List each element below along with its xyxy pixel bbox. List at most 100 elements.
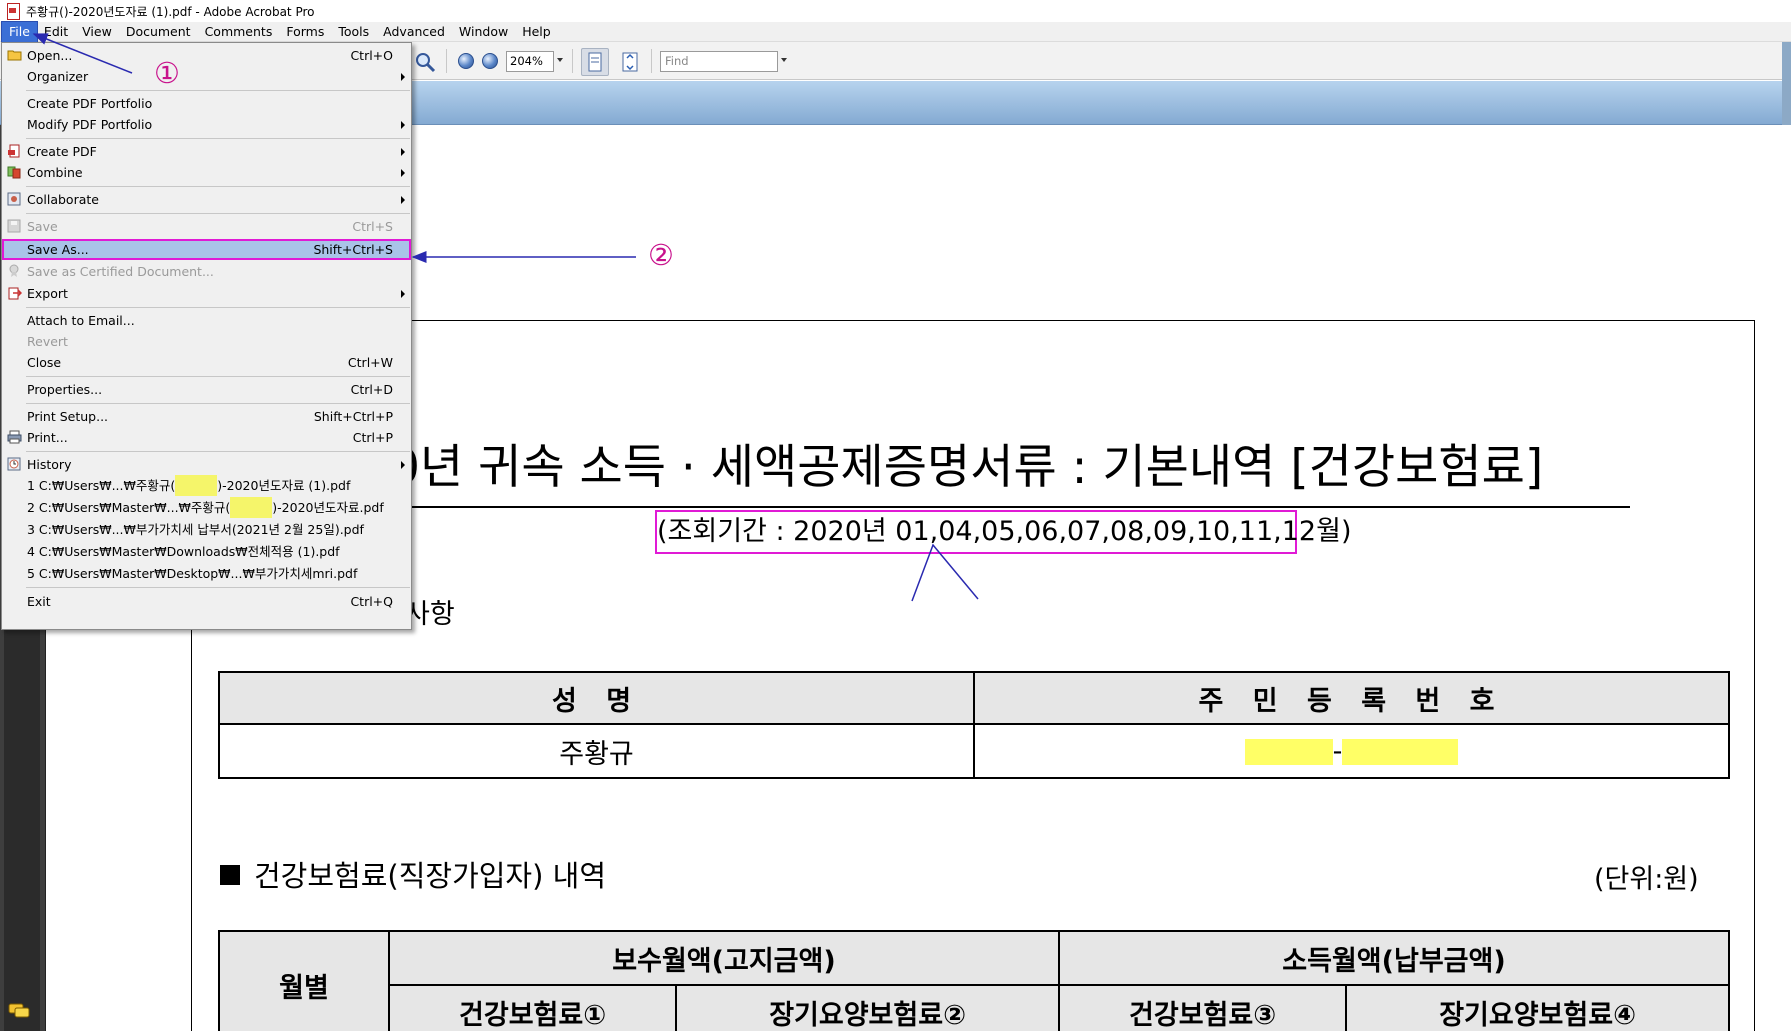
submenu-arrow-icon	[401, 148, 405, 156]
zoom-in-icon[interactable]	[482, 53, 498, 69]
history-icon	[7, 457, 21, 471]
personal-info-table: 성 명 주 민 등 록 번 호 주황규 -	[218, 671, 1730, 779]
document-title: 0년 귀속 소득 · 세액공제증명서류 : 기본내역 [건강보험료]	[390, 440, 1544, 495]
menu-help[interactable]: Help	[515, 22, 558, 42]
header-month: 월별	[218, 930, 390, 1031]
menu-window[interactable]: Window	[452, 22, 515, 42]
recent-file-1[interactable]: 1 C:₩Users₩...₩주황규(x)-2020년도자료 (1).pdf	[2, 475, 411, 496]
menu-item-create-portfolio[interactable]: Create PDF Portfolio	[2, 93, 411, 114]
menu-item-modify-portfolio[interactable]: Modify PDF Portfolio	[2, 114, 411, 135]
find-input[interactable]: Find	[660, 51, 778, 72]
header-health-1: 건강보험료①	[387, 984, 678, 1031]
header-longterm-4: 장기요양보험료④	[1345, 984, 1730, 1031]
menu-item-save[interactable]: Save Ctrl+S	[2, 216, 411, 237]
collaborate-icon	[7, 192, 21, 206]
recent-file-2[interactable]: 2 C:₩Users₩Master₩...₩주황규(x)-2020년도자료.pd…	[2, 497, 411, 518]
query-period: (조회기간 : 2020년 01,04,05,06,07,08,09,10,11…	[655, 510, 1351, 554]
menu-item-export[interactable]: Export	[2, 283, 411, 304]
menu-item-combine[interactable]: Combine	[2, 162, 411, 183]
scrolling-mode-button[interactable]	[581, 48, 609, 76]
menu-view[interactable]: View	[75, 22, 119, 42]
header-health-3: 건강보험료③	[1057, 984, 1348, 1031]
resident-number-separator: -	[1332, 735, 1343, 767]
menu-item-properties[interactable]: Properties... Ctrl+D	[2, 379, 411, 400]
person-name: 주황규	[218, 723, 975, 779]
resident-number-cell: -	[973, 723, 1730, 779]
square-bullet-icon	[220, 865, 240, 885]
zoom-level-input[interactable]: 204%	[506, 51, 554, 72]
export-icon	[8, 287, 22, 300]
menu-file[interactable]: File	[1, 20, 38, 43]
recent-file-4[interactable]: 4 C:₩Users₩Master₩Downloads₩전체적용 (1).pdf	[2, 541, 411, 562]
window-title-suffix: )-2020년도자료 (1).pdf - Adobe Acrobat Pro	[63, 4, 315, 19]
create-pdf-icon	[8, 144, 20, 158]
header-longterm-2: 장기요양보험료②	[675, 984, 1060, 1031]
section-heading-fragment: 사항	[405, 599, 455, 630]
table-row: 성 명 주 민 등 록 번 호	[218, 671, 1730, 725]
menu-advanced[interactable]: Advanced	[376, 22, 452, 42]
zoom-dropdown-icon[interactable]	[557, 58, 563, 62]
annotation-step-2: ②	[648, 238, 674, 272]
table-row: 건강보험료① 장기요양보험료② 건강보험료③ 장기요양보험료④	[219, 984, 1730, 1031]
title-underline	[248, 506, 1630, 508]
submenu-arrow-icon	[401, 73, 405, 81]
recent-file-5[interactable]: 5 C:₩Users₩Master₩Desktop₩...₩부가가치세mri.p…	[2, 563, 411, 584]
page-scroll-icon	[588, 52, 602, 72]
redaction-mark	[1342, 739, 1459, 765]
annotation-step-1: ①	[154, 56, 180, 90]
window-title-bar: 주황규( )-2020년도자료 (1).pdf - Adobe Acrobat …	[0, 0, 1791, 22]
redaction-mark: x	[175, 475, 218, 496]
menu-forms[interactable]: Forms	[279, 22, 331, 42]
submenu-arrow-icon	[401, 121, 405, 129]
health-insurance-section: 건강보험료(직장가입자) 내역	[220, 853, 606, 895]
window-title-prefix: 주황규(	[26, 4, 64, 19]
table-row: 주황규 -	[218, 723, 1730, 779]
menu-item-print[interactable]: Print... Ctrl+P	[2, 427, 411, 448]
folder-icon	[7, 50, 22, 61]
redaction-mark: x	[230, 497, 273, 518]
find-dropdown-icon[interactable]	[781, 58, 787, 62]
combine-icon	[7, 166, 21, 179]
save-icon	[7, 219, 21, 233]
menu-document[interactable]: Document	[119, 22, 198, 42]
insurance-detail-table: 월별 보수월액(고지금액) 소득월액(납부금액) 건강보험료① 장기요양보험료②…	[218, 930, 1731, 1031]
zoom-out-icon[interactable]	[458, 53, 474, 69]
file-menu: Open... Ctrl+O Organizer Create PDF Portf…	[1, 42, 412, 630]
unit-label: (단위:원)	[1594, 864, 1699, 895]
comment-bubble-icon[interactable]	[8, 1003, 30, 1019]
menu-item-attach-email[interactable]: Attach to Email...	[2, 310, 411, 331]
toolbar-right-edge	[1782, 42, 1791, 125]
menu-item-collaborate[interactable]: Collaborate	[2, 189, 411, 210]
header-group-salary: 보수월액(고지금액)	[388, 930, 1060, 986]
menu-item-save-certified[interactable]: Save as Certified Document...	[2, 261, 411, 282]
redaction-mark	[1244, 739, 1333, 765]
menu-item-close[interactable]: Close Ctrl+W	[2, 352, 411, 373]
menu-item-create-pdf[interactable]: Create PDF	[2, 141, 411, 162]
fit-page-icon[interactable]	[619, 51, 641, 73]
menu-item-save-as[interactable]: Save As... Shift+Ctrl+S	[2, 239, 411, 260]
menu-tools[interactable]: Tools	[331, 22, 376, 42]
menu-item-exit[interactable]: Exit Ctrl+Q	[2, 591, 411, 612]
submenu-arrow-icon	[401, 461, 405, 469]
marquee-zoom-icon[interactable]	[414, 51, 436, 73]
menu-item-organizer[interactable]: Organizer	[2, 66, 411, 87]
printer-icon	[7, 430, 22, 444]
menu-item-history[interactable]: History	[2, 454, 411, 475]
menu-item-print-setup[interactable]: Print Setup... Shift+Ctrl+P	[2, 406, 411, 427]
recent-file-3[interactable]: 3 C:₩Users₩...₩부가가치세 납부서(2021년 2월 25일).p…	[2, 519, 411, 540]
menu-item-revert[interactable]: Revert	[2, 331, 411, 352]
menu-edit[interactable]: Edit	[37, 22, 75, 42]
menu-bar: File Edit View Document Comments Forms T…	[0, 20, 1791, 43]
header-group-income: 소득월액(납부금액)	[1057, 930, 1731, 986]
health-insurance-heading: 건강보험료(직장가입자) 내역	[254, 859, 607, 893]
submenu-arrow-icon	[401, 196, 405, 204]
table-row: 월별 보수월액(고지금액) 소득월액(납부금액)	[218, 930, 1731, 1031]
submenu-arrow-icon	[401, 290, 405, 298]
menu-item-open[interactable]: Open... Ctrl+O	[2, 45, 411, 66]
certify-icon	[9, 264, 19, 277]
menu-comments[interactable]: Comments	[198, 22, 280, 42]
header-name: 성 명	[218, 671, 975, 725]
header-resident-number: 주 민 등 록 번 호	[973, 671, 1730, 725]
pdf-file-icon	[6, 3, 20, 20]
submenu-arrow-icon	[401, 169, 405, 177]
